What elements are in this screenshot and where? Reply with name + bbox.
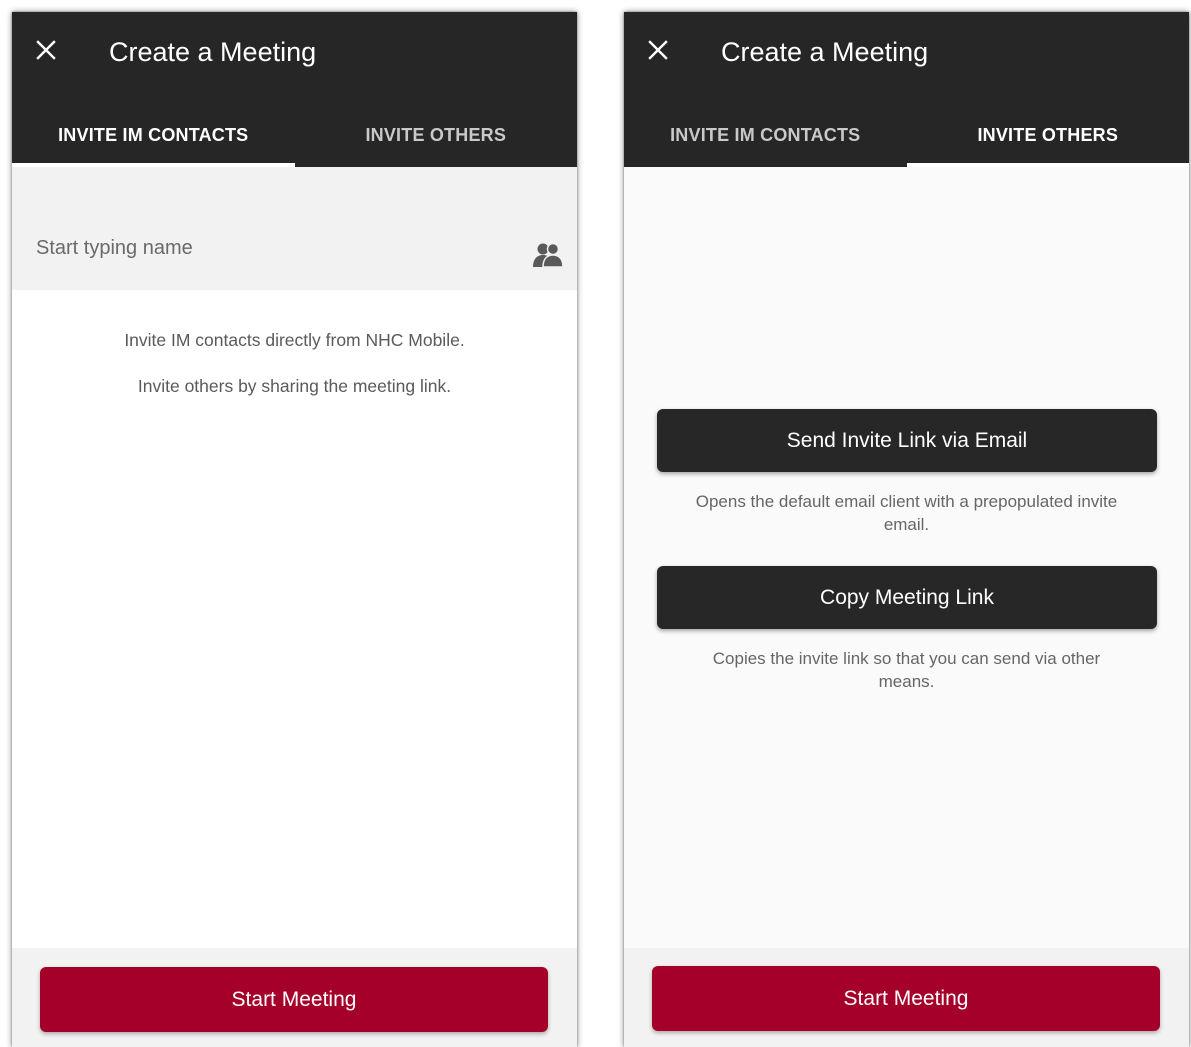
tab-invite-im-contacts[interactable]: INVITE IM CONTACTS	[12, 104, 295, 167]
tab-invite-others[interactable]: INVITE OTHERS	[295, 104, 578, 167]
copy-meeting-link-button[interactable]: Copy Meeting Link	[657, 566, 1157, 629]
page-title: Create a Meeting	[721, 37, 929, 67]
info-text-im-contacts: Invite IM contacts directly from NHC Mob…	[124, 330, 465, 350]
close-icon[interactable]	[646, 38, 670, 62]
contact-search-input[interactable]	[36, 231, 506, 265]
tab-bar: INVITE IM CONTACTS INVITE OTHERS	[12, 104, 577, 167]
contact-search-bar	[12, 167, 577, 290]
info-text-share-link: Invite others by sharing the meeting lin…	[137, 376, 452, 396]
close-icon[interactable]	[34, 38, 58, 62]
email-help-text: Opens the default email client with a pr…	[695, 492, 1118, 534]
tab-invite-others[interactable]: INVITE OTHERS	[906, 104, 1190, 167]
app-bar: Create a Meeting INVITE IM CONTACTS INVI…	[624, 12, 1189, 167]
footer: Start Meeting	[12, 948, 577, 1047]
tab-invite-im-contacts[interactable]: INVITE IM CONTACTS	[624, 104, 907, 167]
footer: Start Meeting	[624, 948, 1189, 1047]
tab-bar: INVITE IM CONTACTS INVITE OTHERS	[624, 104, 1189, 167]
send-invite-email-button[interactable]: Send Invite Link via Email	[657, 409, 1157, 472]
invite-others-screen: Create a Meeting INVITE IM CONTACTS INVI…	[624, 12, 1189, 1047]
start-meeting-button[interactable]: Start Meeting	[652, 966, 1160, 1031]
content-area: Send Invite Link via Email Opens the def…	[624, 167, 1189, 948]
copy-help-text: Copies the invite link so that you can s…	[712, 649, 1101, 691]
page-title: Create a Meeting	[109, 37, 317, 67]
content-area: Invite IM contacts directly from NHC Mob…	[12, 167, 577, 948]
invite-im-contacts-screen: Create a Meeting INVITE IM CONTACTS INVI…	[12, 12, 577, 1047]
start-meeting-button[interactable]: Start Meeting	[40, 967, 548, 1032]
contacts-icon[interactable]	[531, 242, 565, 268]
app-bar: Create a Meeting INVITE IM CONTACTS INVI…	[12, 12, 577, 167]
